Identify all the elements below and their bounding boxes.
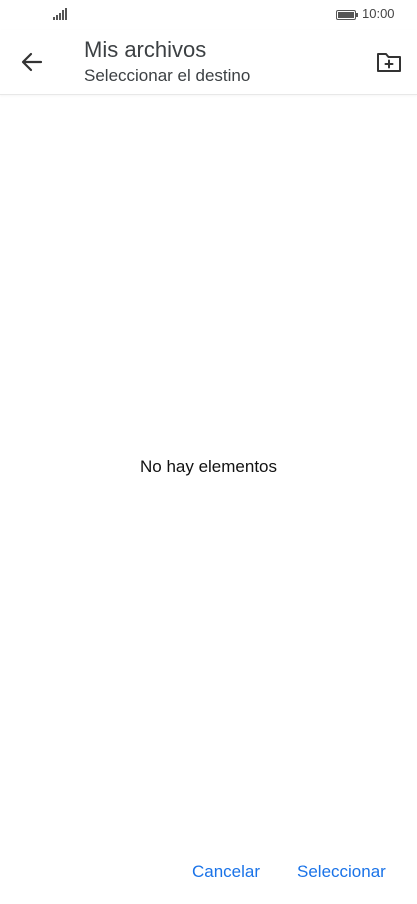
status-time: 10:00 (362, 6, 395, 21)
empty-state-message: No hay elementos (139, 457, 278, 476)
app-bar: Mis archivos Seleccionar el destino (0, 30, 417, 95)
battery-icon (336, 10, 358, 20)
signal-bars-icon (53, 8, 67, 20)
select-button[interactable]: Seleccionar (297, 862, 386, 882)
dialog-actions: Cancelar Seleccionar (0, 852, 417, 892)
page-title: Mis archivos (84, 37, 207, 62)
cancel-button[interactable]: Cancelar (192, 862, 260, 882)
back-button[interactable] (14, 46, 50, 78)
arrow-back-icon (21, 52, 43, 72)
new-folder-button[interactable] (372, 48, 406, 76)
page-subtitle: Seleccionar el destino (84, 66, 251, 85)
status-bar: 10:00 (0, 0, 417, 30)
create-new-folder-icon (377, 53, 401, 72)
